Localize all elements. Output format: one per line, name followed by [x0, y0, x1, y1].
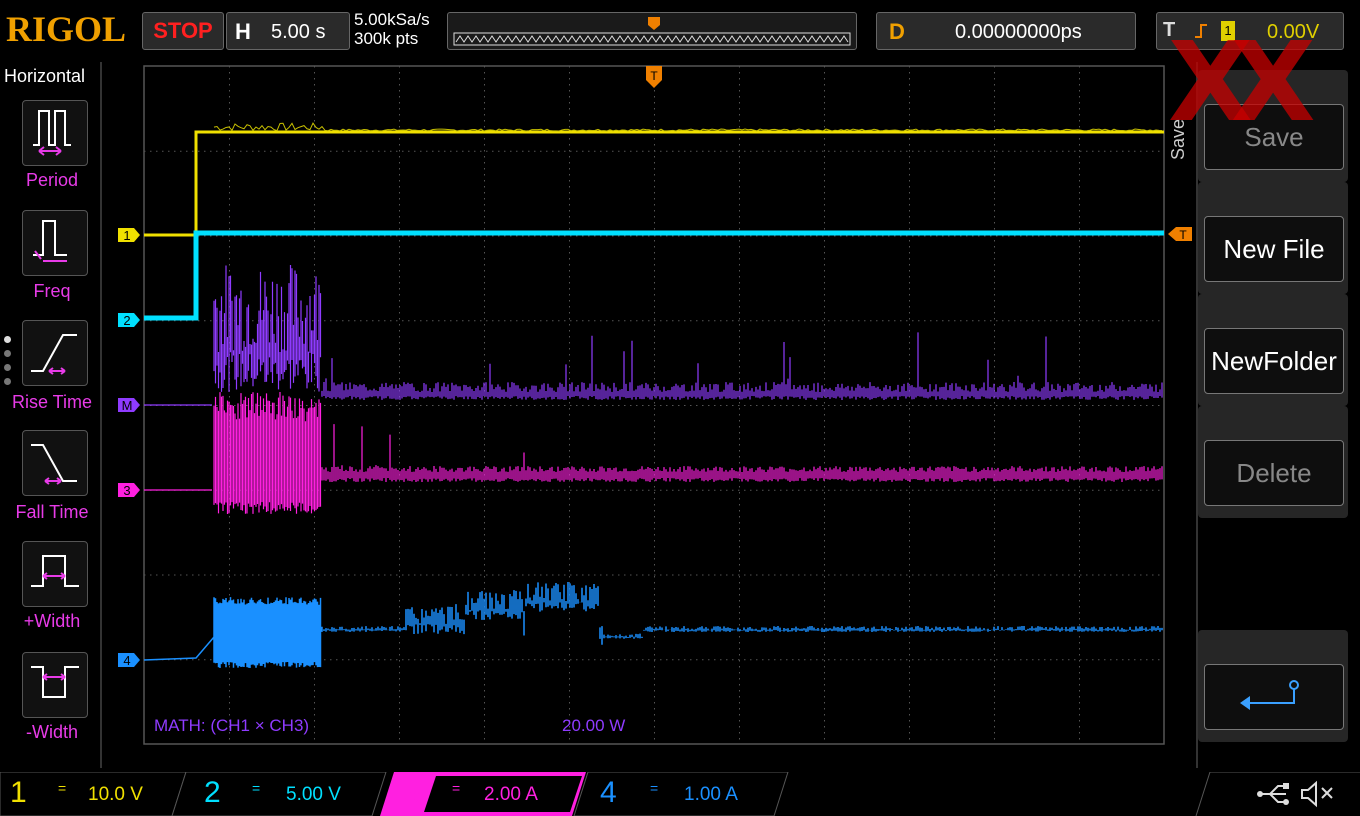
page-dot: [4, 378, 11, 385]
ch1-label: 1: [10, 776, 27, 809]
trigger-level-marker[interactable]: T: [1168, 227, 1192, 242]
page-dot-active: [4, 336, 11, 343]
frequency-button[interactable]: [22, 210, 88, 276]
ch2-coupling-icon: =: [252, 780, 261, 796]
delay-display[interactable]: D 0.00000000ps: [876, 12, 1136, 50]
fall-time-icon: [31, 444, 77, 485]
ch4-marker-label: 4: [123, 653, 130, 668]
brand-logo: RIGOL: [6, 9, 127, 49]
trigger-level-marker-label: T: [1179, 228, 1187, 242]
new-file-button[interactable]: New File: [1204, 216, 1344, 282]
period-icon: [33, 110, 71, 156]
sample-rate: 5.00kSa/s: [354, 10, 430, 29]
ch2-offset-marker[interactable]: 2: [118, 313, 140, 328]
new-folder-button[interactable]: NewFolder: [1204, 328, 1344, 394]
ch3-marker-label: 3: [123, 483, 130, 498]
acquisition-info: 5.00kSa/s 300k pts: [354, 10, 430, 48]
period-label: Period: [25, 170, 79, 190]
timebase-value: 5.00 s: [271, 21, 326, 43]
ch2-label: 2: [204, 776, 221, 809]
math-marker-label: M: [122, 398, 133, 413]
negative-width-button[interactable]: [22, 652, 88, 718]
ch3-coupling-icon: =: [452, 780, 461, 796]
memory-trigger-marker: [648, 17, 660, 30]
ch1-marker-label: 1: [123, 228, 130, 243]
ch3-label: 3: [404, 776, 421, 809]
memory-overview-waveform: [453, 17, 851, 46]
math-scale: 20.00 W: [562, 716, 626, 735]
left-menu-title: Horizontal: [4, 66, 86, 86]
negative-width-icon: [31, 666, 79, 698]
page-dot: [4, 364, 11, 371]
fall-time-button[interactable]: [22, 430, 88, 496]
positive-width-icon: [31, 555, 79, 587]
ch2-marker-label: 2: [123, 313, 130, 328]
ch3-offset-marker[interactable]: 3: [118, 483, 140, 498]
ch1-coupling-icon: =: [58, 780, 67, 796]
horizontal-timebase[interactable]: H 5.00 s: [226, 12, 350, 50]
negative-width-label: -Width: [25, 722, 78, 742]
ch4-scale: 1.00 A: [684, 784, 738, 805]
usb-icon: [1257, 783, 1289, 805]
menu-page-indicator: [4, 336, 11, 392]
speaker-muted-icon: [1301, 780, 1333, 808]
memory-depth: 300k pts: [354, 29, 419, 48]
math-expression: MATH: (CH1 × CH3): [154, 716, 310, 735]
fall-time-label: Fall Time: [15, 502, 89, 522]
positive-width-button[interactable]: [22, 541, 88, 607]
period-button[interactable]: [22, 100, 88, 166]
frequency-icon: [33, 220, 67, 262]
return-arrow-icon: [1240, 680, 1299, 710]
frequency-label: Freq: [33, 281, 71, 301]
horizontal-label: H: [235, 19, 251, 44]
positive-width-label: +Width: [23, 611, 81, 631]
memory-overview: [447, 12, 857, 50]
ch4-coupling-icon: =: [650, 780, 659, 796]
delete-button[interactable]: Delete: [1204, 440, 1344, 506]
return-button[interactable]: [1204, 664, 1344, 730]
rise-time-button[interactable]: [22, 320, 88, 386]
ch4-label: 4: [600, 776, 617, 809]
page-dot: [4, 350, 11, 357]
rise-time-icon: [31, 334, 77, 375]
rise-time-label: Rise Time: [11, 392, 92, 412]
ch3-scale: 2.00 A: [484, 784, 538, 805]
ch1-scale: 10.0 V: [88, 784, 143, 805]
waveform-display[interactable]: T T 1 2 M 3 4: [104, 62, 1196, 768]
math-offset-marker[interactable]: M: [118, 398, 140, 413]
ch4-offset-marker[interactable]: 4: [118, 653, 140, 668]
trigger-position-label: T: [650, 69, 658, 83]
watermark-logo: XX: [1168, 18, 1316, 146]
delay-value: 0.00000000ps: [955, 21, 1082, 43]
delay-label: D: [889, 19, 905, 44]
ch2-scale: 5.00 V: [286, 784, 341, 805]
left-menu-divider: [100, 62, 102, 768]
run-stop-status[interactable]: STOP: [142, 12, 224, 50]
ch1-offset-marker[interactable]: 1: [118, 228, 140, 243]
